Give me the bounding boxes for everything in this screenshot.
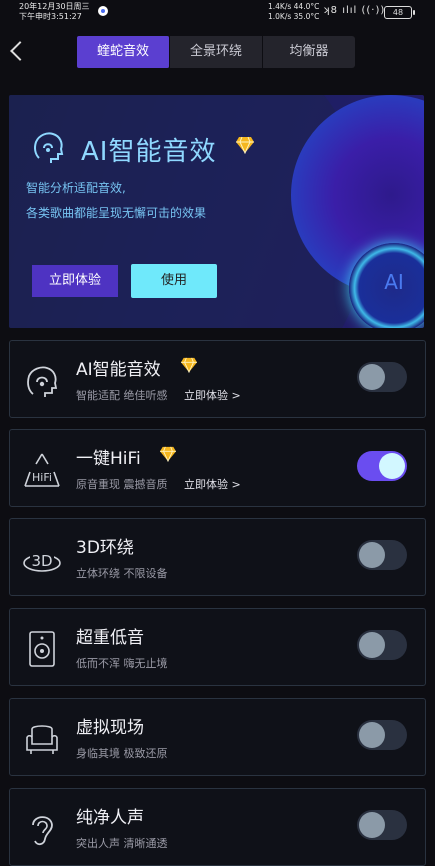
effect-toggle-bass[interactable] [357, 630, 407, 660]
toggle-knob [359, 542, 385, 568]
toggle-knob [359, 632, 385, 658]
effect-card-ai[interactable]: AI智能音效 智能适配 绝佳听感 立即体验 > [9, 340, 426, 418]
effect-subtitle: 低而不浑 嗨无止境 [76, 657, 168, 670]
effect-toggle-ai[interactable] [357, 362, 407, 392]
effect-subtitle: 立体环绕 不限设备 [76, 567, 168, 580]
effect-card-bass[interactable]: 超重低音 低而不浑 嗨无止境 [9, 608, 426, 686]
effect-toggle-vocal[interactable] [357, 810, 407, 840]
svg-text:HiFi: HiFi [32, 471, 52, 484]
head-ai-icon [22, 361, 62, 401]
status-network-speed: 1.4K/s 44.0°C 1.0K/s 35.0°C [268, 2, 319, 22]
effect-card-3d[interactable]: 3D 3D环绕 立体环绕 不限设备 [9, 518, 426, 596]
diamond-vip-icon [159, 446, 177, 462]
effect-card-hifi[interactable]: HiFi 一键HiFi 原音重现 震撼音质 立即体验 > [9, 429, 426, 507]
toggle-knob [379, 453, 405, 479]
tab-viper-effects[interactable]: 蝰蛇音效 [77, 36, 169, 68]
toggle-knob [359, 812, 385, 838]
try-now-link[interactable]: 立即体验 > [184, 476, 241, 492]
effect-subtitle: 身临其境 极致还原 [76, 747, 168, 760]
diamond-vip-icon [235, 136, 255, 154]
signal-wifi-icons: ʞ8 ılıl ((·)) [323, 5, 386, 16]
effect-title: 纯净人声 [76, 808, 144, 828]
effect-card-vocal[interactable]: 纯净人声 突出人声 清晰通透 [9, 788, 426, 866]
3d-icon: 3D [22, 539, 62, 579]
ai-effect-banner: AI AI智能音效 智能分析适配音效, 各类歌曲都能呈现无懈可击的效果 立即体验… [9, 95, 424, 328]
head-ai-icon [29, 128, 67, 166]
ear-icon [22, 809, 62, 849]
effect-toggle-live[interactable] [357, 720, 407, 750]
effect-title: 3D环绕 [76, 538, 134, 558]
try-now-link[interactable]: 立即体验 > [184, 387, 241, 403]
app-notification-icon [98, 6, 108, 16]
banner-description-line1: 智能分析适配音效, [26, 181, 126, 195]
effect-subtitle: 智能适配 绝佳听感 [76, 389, 168, 402]
status-datetime: 20年12月30日周三 下午申时3:51:27 [19, 2, 90, 22]
speaker-icon [22, 629, 62, 669]
hifi-icon: HiFi [22, 450, 62, 490]
toggle-knob [359, 364, 385, 390]
use-button[interactable]: 使用 [131, 264, 217, 298]
effect-toggle-3d[interactable] [357, 540, 407, 570]
effect-card-live[interactable]: 虚拟现场 身临其境 极致还原 [9, 698, 426, 776]
network-down-text: 1.0K/s 35.0°C [268, 12, 320, 21]
banner-description-line2: 各类歌曲都能呈现无懈可击的效果 [26, 206, 207, 220]
svg-text:3D: 3D [31, 552, 52, 570]
tab-surround[interactable]: 全景环绕 [169, 36, 262, 68]
back-arrow-icon[interactable] [6, 36, 28, 66]
tab-equalizer[interactable]: 均衡器 [262, 36, 355, 68]
toggle-knob [359, 722, 385, 748]
battery-icon: 48 [384, 6, 415, 19]
effect-title: AI智能音效 [76, 360, 161, 380]
effect-subtitle: 原音重现 震撼音质 [76, 478, 168, 491]
tab-bar: 蝰蛇音效 全景环绕 均衡器 [77, 36, 355, 68]
status-bar: 20年12月30日周三 下午申时3:51:27 1.4K/s 44.0°C 1.… [0, 0, 435, 26]
effect-title: 超重低音 [76, 628, 144, 648]
armchair-icon [22, 719, 62, 759]
status-time: 下午申时3:51:27 [19, 12, 82, 21]
diamond-vip-icon [180, 357, 198, 373]
top-bar: 蝰蛇音效 全景环绕 均衡器 [0, 30, 435, 76]
effect-toggle-hifi[interactable] [357, 451, 407, 481]
network-up-text: 1.4K/s 44.0°C [268, 2, 320, 11]
status-date: 20年12月30日周三 [19, 2, 90, 11]
effect-title: 一键HiFi [76, 449, 141, 469]
try-now-button[interactable]: 立即体验 [32, 265, 118, 297]
effect-title: 虚拟现场 [76, 718, 144, 738]
banner-ai-text: AI [384, 270, 404, 294]
banner-title: AI智能音效 [81, 137, 217, 167]
